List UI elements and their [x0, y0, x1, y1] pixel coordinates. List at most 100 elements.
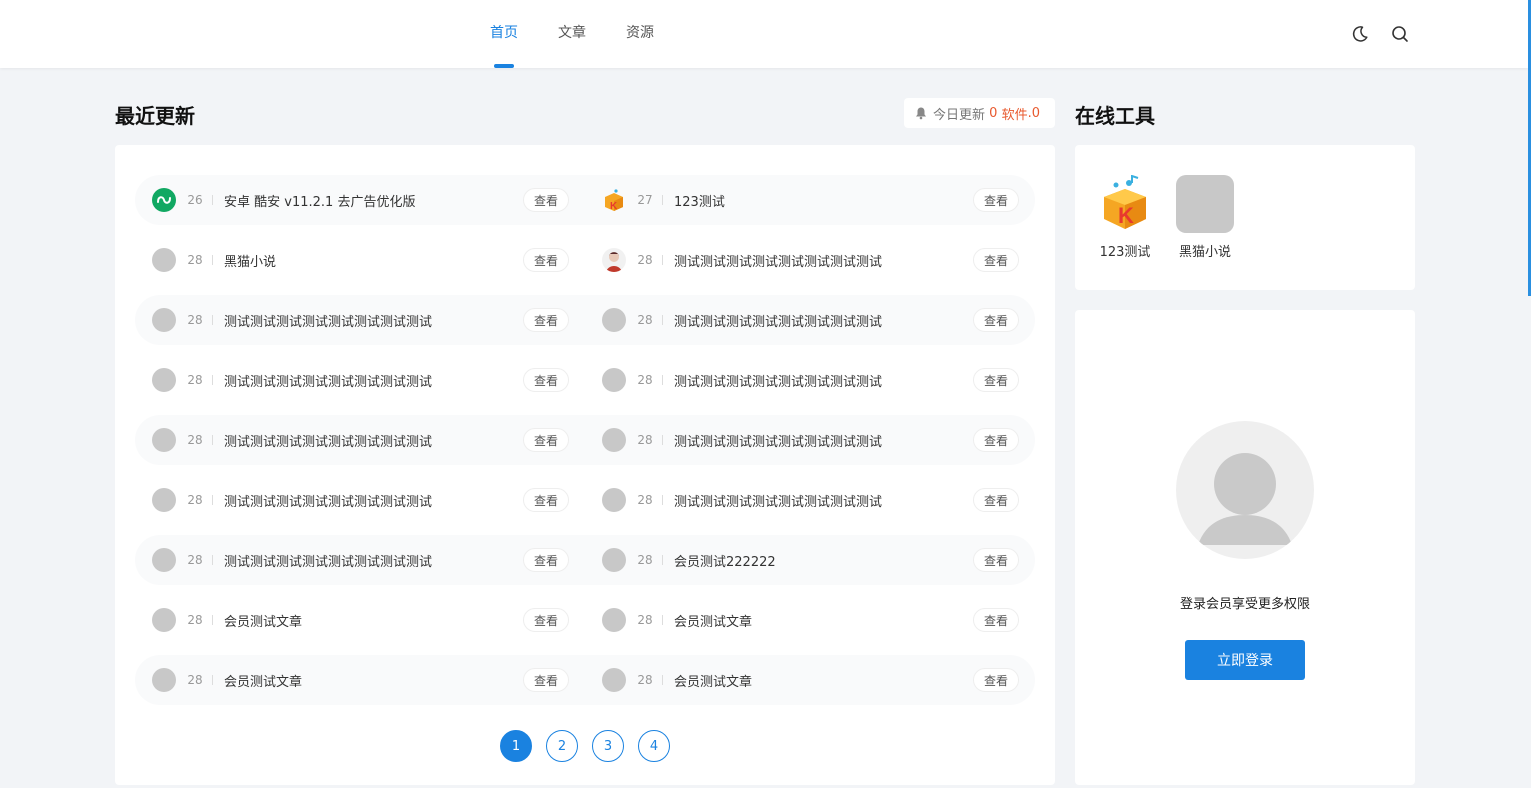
list-item[interactable]: 28 测试测试测试测试测试测试测试测试 查看	[135, 295, 569, 345]
item-title[interactable]: 测试测试测试测试测试测试测试测试	[674, 311, 973, 330]
item-title[interactable]: 测试测试测试测试测试测试测试测试	[224, 491, 523, 510]
list-item[interactable]: 28 会员测试文章 查看	[585, 655, 1019, 705]
view-button[interactable]: 查看	[973, 248, 1019, 272]
list-item[interactable]: 28 会员测试222222 查看	[585, 535, 1019, 585]
view-button[interactable]: 查看	[973, 548, 1019, 572]
divider	[212, 375, 213, 385]
software-count: 0	[1031, 105, 1041, 121]
tools-card: K 123测试 黑猫小说	[1075, 145, 1415, 290]
view-button[interactable]: 查看	[523, 488, 569, 512]
item-title[interactable]: 123测试	[674, 191, 973, 210]
nav-item-articles[interactable]: 文章	[558, 0, 586, 68]
page-2[interactable]: 2	[546, 730, 578, 762]
software-label: 软件	[1001, 107, 1028, 123]
item-title[interactable]: 测试测试测试测试测试测试测试测试	[674, 491, 973, 510]
recent-list-card: 26 安卓 酷安 v11.2.1 去广告优化版 查看 K 27 123测试 查看 28 黑猫小说…	[115, 145, 1055, 785]
nav-item-home[interactable]: 首页	[490, 0, 518, 68]
list-item[interactable]: 28 会员测试文章 查看	[585, 595, 1019, 645]
nav-item-resources[interactable]: 资源	[626, 0, 654, 68]
divider	[212, 315, 213, 325]
placeholder-icon	[602, 308, 626, 332]
item-title[interactable]: 测试测试测试测试测试测试测试测试	[224, 311, 523, 330]
search-icon[interactable]	[1390, 24, 1410, 44]
view-button[interactable]: 查看	[523, 188, 569, 212]
list-item[interactable]: 28 测试测试测试测试测试测试测试测试 查看	[585, 415, 1019, 465]
list-item[interactable]: 28 测试测试测试测试测试测试测试测试 查看	[135, 355, 569, 405]
item-title[interactable]: 测试测试测试测试测试测试测试测试	[674, 251, 973, 270]
list-item[interactable]: K 27 123测试 查看	[585, 175, 1019, 225]
view-button[interactable]: 查看	[523, 608, 569, 632]
list-item[interactable]: 28 测试测试测试测试测试测试测试测试 查看	[135, 415, 569, 465]
svg-text:K: K	[610, 201, 618, 212]
page-3[interactable]: 3	[592, 730, 624, 762]
login-button[interactable]: 立即登录	[1185, 640, 1305, 680]
view-button[interactable]: 查看	[973, 668, 1019, 692]
page-1[interactable]: 1	[500, 730, 532, 762]
view-button[interactable]: 查看	[973, 308, 1019, 332]
item-title[interactable]: 安卓 酷安 v11.2.1 去广告优化版	[224, 191, 523, 210]
item-title[interactable]: 会员测试文章	[674, 611, 973, 630]
item-title[interactable]: 会员测试222222	[674, 551, 973, 570]
list-item[interactable]: 28 测试测试测试测试测试测试测试测试 查看	[135, 475, 569, 525]
view-button[interactable]: 查看	[523, 548, 569, 572]
item-count: 28	[637, 673, 653, 687]
placeholder-icon	[602, 608, 626, 632]
list-item[interactable]: 28 测试测试测试测试测试测试测试测试 查看	[585, 475, 1019, 525]
tool-item-123-test[interactable]: K 123测试	[1090, 174, 1160, 260]
placeholder-icon	[152, 488, 176, 512]
item-title[interactable]: 会员测试文章	[674, 671, 973, 690]
main-nav: 首页 文章 资源	[490, 0, 694, 68]
view-button[interactable]: 查看	[523, 428, 569, 452]
item-title[interactable]: 测试测试测试测试测试测试测试测试	[224, 551, 523, 570]
divider	[212, 615, 213, 625]
view-button[interactable]: 查看	[523, 308, 569, 332]
kugou-icon: K	[1096, 174, 1154, 233]
list-item[interactable]: 28 黑猫小说 查看	[135, 235, 569, 285]
default-avatar-icon	[1176, 421, 1314, 559]
tools-title: 在线工具	[1075, 104, 1155, 128]
tool-label: 黑猫小说	[1178, 245, 1231, 260]
item-title[interactable]: 测试测试测试测试测试测试测试测试	[674, 431, 973, 450]
divider	[662, 195, 663, 205]
view-button[interactable]: 查看	[973, 368, 1019, 392]
view-button[interactable]: 查看	[523, 368, 569, 392]
view-button[interactable]: 查看	[973, 608, 1019, 632]
item-count: 28	[637, 253, 653, 267]
list-item[interactable]: 28 测试测试测试测试测试测试测试测试 查看	[585, 355, 1019, 405]
item-count: 28	[637, 553, 653, 567]
placeholder-icon	[152, 608, 176, 632]
list-item[interactable]: 28 测试测试测试测试测试测试测试测试 查看	[135, 535, 569, 585]
coolapk-icon	[152, 188, 176, 212]
moon-icon[interactable]	[1350, 24, 1370, 44]
item-title[interactable]: 黑猫小说	[224, 251, 523, 270]
item-title[interactable]: 测试测试测试测试测试测试测试测试	[224, 371, 523, 390]
view-button[interactable]: 查看	[523, 668, 569, 692]
view-button[interactable]: 查看	[523, 248, 569, 272]
tool-item-black-cat-novel[interactable]: 黑猫小说	[1170, 175, 1240, 260]
page-4[interactable]: 4	[638, 730, 670, 762]
item-title[interactable]: 测试测试测试测试测试测试测试测试	[224, 431, 523, 450]
item-title[interactable]: 会员测试文章	[224, 611, 523, 630]
list-item[interactable]: 28 测试测试测试测试测试测试测试测试 查看	[585, 235, 1019, 285]
item-count: 26	[187, 193, 203, 207]
list-item[interactable]: 28 测试测试测试测试测试测试测试测试 查看	[585, 295, 1019, 345]
item-count: 28	[187, 493, 203, 507]
placeholder-icon	[602, 368, 626, 392]
today-label: 今日更新	[933, 107, 986, 123]
view-button[interactable]: 查看	[973, 428, 1019, 452]
view-button[interactable]: 查看	[973, 188, 1019, 212]
item-count: 28	[637, 313, 653, 327]
view-button[interactable]: 查看	[973, 488, 1019, 512]
bell-icon	[916, 107, 926, 120]
list-item[interactable]: 28 会员测试文章 查看	[135, 655, 569, 705]
item-title[interactable]: 会员测试文章	[224, 671, 523, 690]
divider	[662, 615, 663, 625]
list-item[interactable]: 28 会员测试文章 查看	[135, 595, 569, 645]
item-title[interactable]: 测试测试测试测试测试测试测试测试	[674, 371, 973, 390]
divider	[212, 495, 213, 505]
divider	[662, 675, 663, 685]
item-count: 28	[187, 673, 203, 687]
item-count: 28	[187, 313, 203, 327]
list-item[interactable]: 26 安卓 酷安 v11.2.1 去广告优化版 查看	[135, 175, 569, 225]
item-count: 28	[187, 373, 203, 387]
